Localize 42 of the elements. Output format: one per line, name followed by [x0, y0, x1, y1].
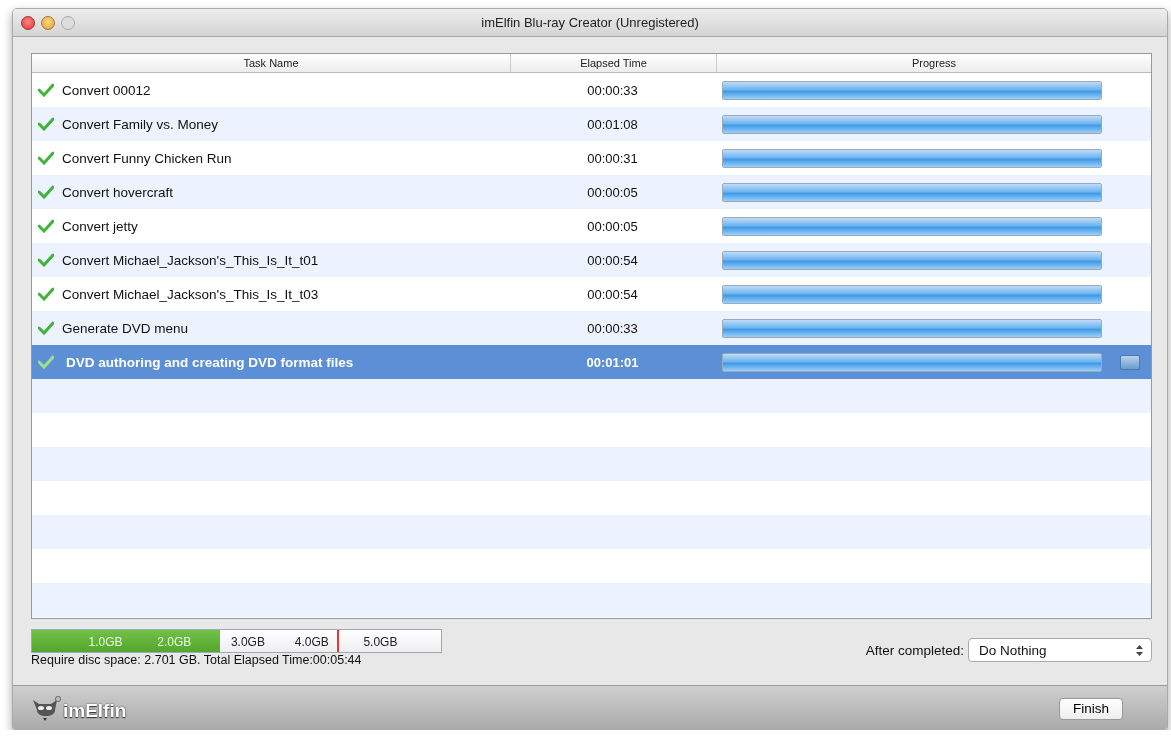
after-completed-select[interactable]: Do Nothing [968, 638, 1152, 662]
minimize-button[interactable] [41, 15, 55, 30]
task-row[interactable]: Convert hovercraft 00:00:05 [32, 175, 1151, 209]
column-header[interactable]: Task Name [32, 54, 511, 72]
task-name: Convert Michael_Jackson's_This_Is_It_t01 [62, 252, 319, 268]
column-header[interactable]: Progress [717, 54, 1151, 72]
gauge-label: 4.0GB [294, 635, 329, 649]
gauge-label: 1.0GB [88, 635, 123, 649]
elapsed-time: 00:00:33 [586, 81, 639, 100]
elapsed-time: 00:00:33 [586, 319, 639, 338]
zoom-button[interactable] [61, 15, 75, 30]
after-completed-label: After completed: [865, 642, 964, 658]
task-row[interactable]: Generate DVD menu 00:00:33 [32, 311, 1151, 345]
task-name: DVD authoring and creating DVD format files [65, 354, 354, 370]
task-name: Convert Funny Chicken Run [62, 150, 232, 166]
task-name: Convert jetty [62, 218, 138, 234]
elapsed-time: 00:00:54 [586, 285, 639, 304]
column-header[interactable]: Elapsed Time [511, 54, 717, 72]
elapsed-time: 00:01:08 [586, 115, 639, 134]
task-name: Convert Family vs. Money [62, 116, 219, 132]
gauge-label: 3.0GB [230, 635, 265, 649]
task-name: Convert 00012 [62, 82, 151, 98]
elapsed-time: 00:00:05 [586, 183, 639, 202]
summary-text: Require disc space: 2.701 GB. Total Elapsed Time:00:05:44 [31, 653, 363, 667]
elapsed-time: 00:00:31 [586, 149, 639, 168]
gauge-label: 5.0GB [363, 635, 398, 649]
logo-text: imElfin [63, 699, 127, 722]
stepper-arrows-icon [1136, 644, 1143, 656]
gauge-label: 2.0GB [157, 635, 192, 649]
task-name: Convert hovercraft [62, 184, 174, 200]
close-button[interactable] [21, 15, 35, 30]
folder-icon[interactable] [1120, 354, 1140, 370]
window-title: imElfin Blu-ray Creator (Unregistered) [481, 15, 699, 30]
elapsed-time: 00:00:05 [586, 217, 639, 236]
raccoon-logo-icon [31, 695, 61, 722]
task-name: Convert Michael_Jackson's_This_Is_It_t03 [62, 286, 319, 302]
elapsed-time: 00:00:54 [586, 251, 639, 270]
finish-button[interactable]: Finish [1059, 697, 1123, 720]
elapsed-time: 00:01:01 [585, 353, 640, 372]
task-row[interactable]: Convert Family vs. Money 00:01:08 [32, 107, 1151, 141]
task-row[interactable]: Convert Michael_Jackson's_This_Is_It_t01 00:00:54 [32, 243, 1151, 277]
task-name: Generate DVD menu [62, 320, 189, 336]
